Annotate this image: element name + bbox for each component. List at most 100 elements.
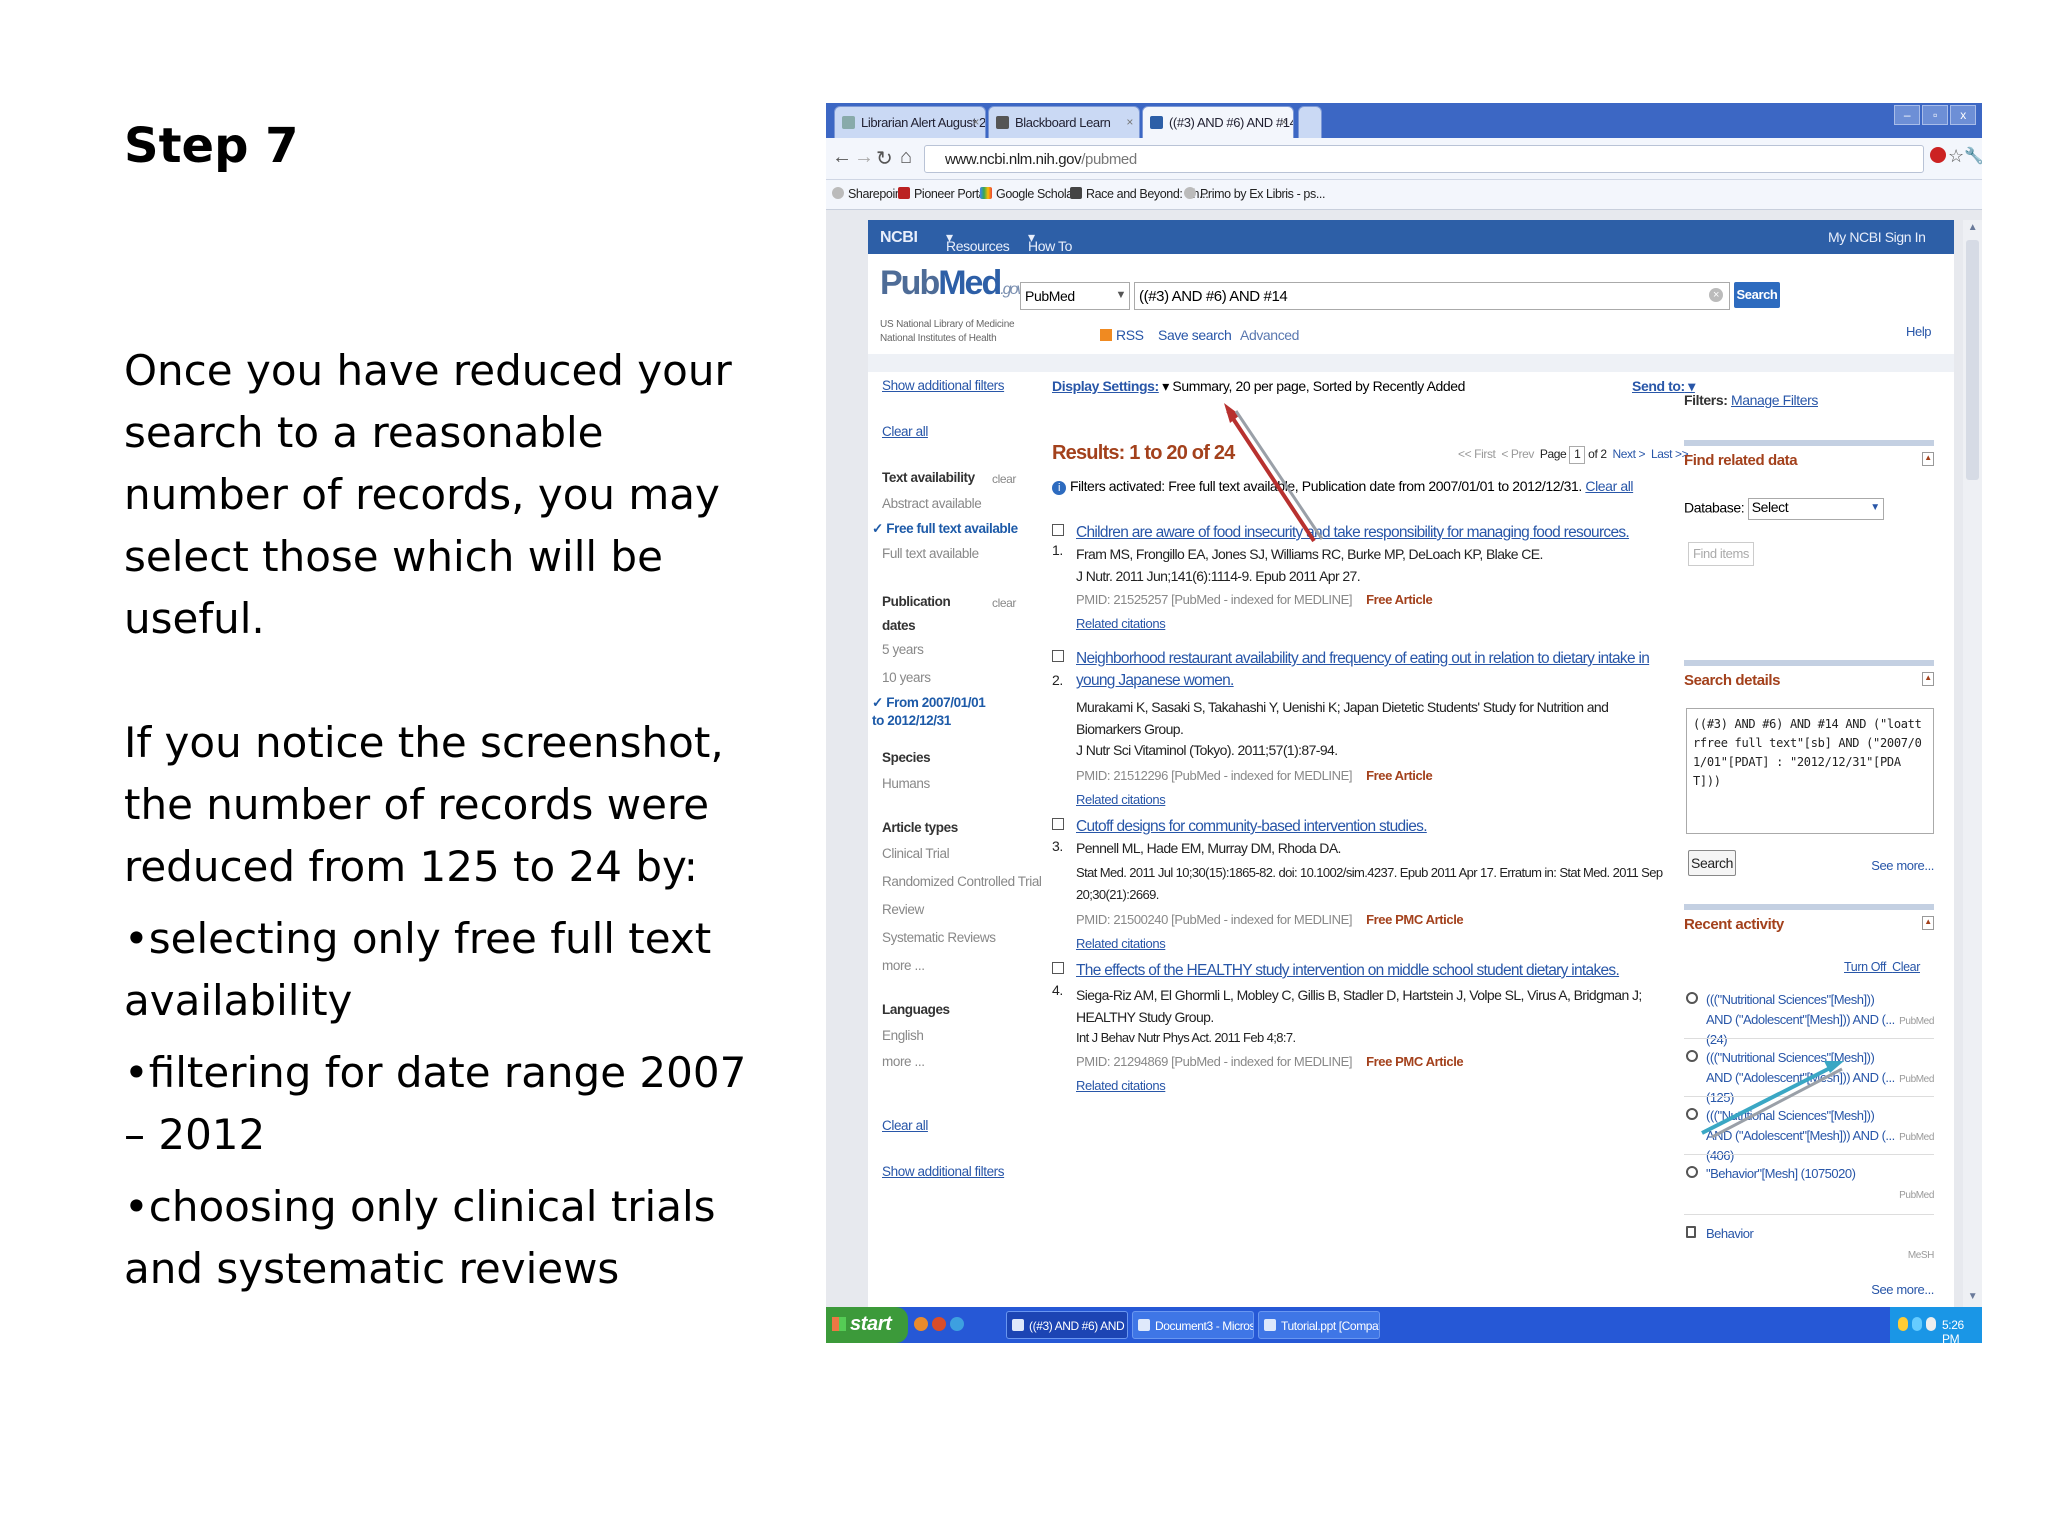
tab-blackboard[interactable]: Blackboard Learn × — [988, 106, 1140, 138]
show-additional-filters-link[interactable]: Show additional filters — [882, 378, 1005, 393]
filter-rct[interactable]: Randomized Controlled Trial — [882, 874, 1042, 889]
pager-prev[interactable]: < Prev — [1501, 447, 1534, 461]
search-input[interactable]: ((#3) AND #6) AND #14 × — [1134, 282, 1730, 310]
tab-librarian-alert[interactable]: Librarian Alert August 2012 × — [834, 106, 986, 138]
quicklaunch-icon[interactable] — [914, 1317, 928, 1331]
taskbar-item-chrome[interactable]: ((#3) AND #6) AND ... — [1006, 1311, 1128, 1339]
bookmark-primo[interactable]: Primo by Ex Libris - ps... — [1184, 187, 1325, 201]
taskbar-item-word[interactable]: Document3 - Microsof... — [1132, 1311, 1254, 1339]
filter-english[interactable]: English — [882, 1028, 924, 1043]
star-icon[interactable]: ☆ — [1948, 146, 1964, 167]
free-pmc-article-link[interactable]: Free PMC Article — [1366, 1054, 1464, 1069]
see-more-link[interactable]: See more... — [1871, 1282, 1934, 1297]
taskbar-item-powerpoint[interactable]: Tutorial.ppt [Compati... — [1258, 1311, 1380, 1339]
related-citations-link[interactable]: Related citations — [1076, 792, 1166, 807]
pager-last[interactable]: Last >> — [1651, 447, 1689, 461]
close-icon[interactable]: × — [1126, 115, 1133, 129]
scroll-up-icon[interactable]: ▲ — [1966, 222, 1979, 236]
search-button[interactable]: Search — [1734, 282, 1780, 308]
result-title-link[interactable]: Neighborhood restaurant availability and… — [1076, 648, 1666, 692]
turn-off-link[interactable]: Turn Off — [1844, 960, 1886, 974]
tray-icon[interactable] — [1912, 1317, 1922, 1331]
recent-item[interactable]: ((("Nutritional Sciences"[Mesh])) AND ("… — [1684, 1106, 1934, 1163]
recent-item[interactable]: "Behavior"[Mesh] (1075020) PubMed — [1684, 1164, 1934, 1208]
forward-icon[interactable]: → — [854, 146, 874, 169]
recent-item[interactable]: ((("Nutritional Sciences"[Mesh])) AND ("… — [1684, 1048, 1934, 1105]
volume-icon[interactable] — [1926, 1317, 1936, 1331]
database-select[interactable]: PubMed ▼ — [1020, 282, 1130, 310]
window-close-icon[interactable]: x — [1950, 105, 1976, 125]
filter-abstract[interactable]: Abstract available — [882, 496, 982, 511]
result-title-link[interactable]: Cutoff designs for community-based inter… — [1076, 816, 1666, 838]
filter-clear-pub[interactable]: clear — [992, 596, 1016, 610]
tray-icon[interactable] — [1898, 1317, 1908, 1331]
recent-item[interactable]: ((("Nutritional Sciences"[Mesh])) AND ("… — [1684, 990, 1934, 1047]
search-details-textarea[interactable]: ((#3) AND #6) AND #14 AND ("loattrfree f… — [1686, 708, 1934, 834]
result-checkbox[interactable] — [1052, 962, 1064, 974]
filter-clinical-trial[interactable]: Clinical Trial — [882, 846, 950, 861]
clear-icon[interactable]: × — [1709, 288, 1723, 302]
result-title-link[interactable]: Children are aware of food insecurity an… — [1076, 522, 1666, 544]
pubmed-logo[interactable]: PubMed.gov — [880, 264, 1024, 303]
howto-menu[interactable]: How To ▾ — [1028, 229, 1072, 254]
clear-link[interactable]: Clear — [1892, 960, 1920, 974]
filter-clear-text[interactable]: clear — [992, 472, 1016, 486]
filter-humans[interactable]: Humans — [882, 776, 930, 791]
rss-link[interactable]: RSS — [1100, 327, 1144, 343]
collapse-icon[interactable]: ▲ — [1922, 916, 1934, 930]
wrench-icon[interactable]: 🔧 — [1964, 146, 1982, 166]
related-citations-link[interactable]: Related citations — [1076, 616, 1166, 631]
clear-all-link[interactable]: Clear all — [1585, 478, 1633, 494]
filter-date-range[interactable]: ✓ From 2007/01/01 to 2012/12/31 — [872, 694, 992, 730]
find-items-button[interactable]: Find items — [1688, 542, 1754, 566]
display-settings[interactable]: Display Settings: ▾ Summary, 20 per page… — [1052, 378, 1465, 395]
bookmark-google-scholar[interactable]: Google Scholar — [980, 187, 1077, 201]
filter-5-years[interactable]: 5 years — [882, 642, 924, 657]
close-icon[interactable]: × — [972, 115, 979, 129]
result-title-link[interactable]: The effects of the HEALTHY study interve… — [1076, 960, 1666, 982]
quicklaunch-icon[interactable] — [932, 1317, 946, 1331]
free-article-link[interactable]: Free Article — [1366, 768, 1433, 783]
restore-icon[interactable]: ▫ — [1922, 105, 1948, 125]
stop-extension-icon[interactable] — [1930, 147, 1946, 163]
recent-item[interactable]: Behavior MeSH — [1684, 1224, 1934, 1268]
result-checkbox[interactable] — [1052, 818, 1064, 830]
free-article-link[interactable]: Free Article — [1366, 592, 1433, 607]
start-button[interactable]: start — [826, 1307, 908, 1343]
resources-menu[interactable]: Resources ▾ — [946, 229, 1010, 254]
search-details-button[interactable]: Search — [1688, 850, 1736, 876]
pager-next[interactable]: Next > — [1612, 447, 1645, 461]
close-icon[interactable]: × — [1280, 115, 1287, 129]
filter-review[interactable]: Review — [882, 902, 924, 917]
clear-all-filters-link[interactable]: Clear all — [882, 424, 928, 439]
page-number-input[interactable]: 1 — [1569, 446, 1586, 464]
see-more-link[interactable]: See more... — [1871, 858, 1934, 873]
collapse-icon[interactable]: ▲ — [1922, 672, 1934, 686]
tab-pubmed[interactable]: ((#3) AND #6) AND #14 - Pu × — [1142, 106, 1294, 138]
filter-lang-more[interactable]: more ... — [882, 1054, 925, 1069]
filter-free-full-text[interactable]: ✓ Free full text available — [872, 520, 1018, 538]
result-checkbox[interactable] — [1052, 524, 1064, 536]
related-citations-link[interactable]: Related citations — [1076, 936, 1166, 951]
bookmark-sharepoint[interactable]: Sharepoint — [832, 187, 905, 201]
home-icon[interactable]: ⌂ — [900, 146, 912, 169]
account-links[interactable]: My NCBI Sign In — [1828, 229, 1926, 245]
ncbi-logo[interactable]: NCBI — [880, 229, 918, 247]
save-search-link[interactable]: Save search — [1158, 327, 1232, 343]
vertical-scrollbar[interactable]: ▲ ▼ — [1963, 220, 1982, 1307]
manage-filters-link[interactable]: Manage Filters — [1731, 392, 1818, 408]
bookmark-pioneer[interactable]: Pioneer Portal — [898, 187, 988, 201]
pager-first[interactable]: << First — [1458, 447, 1496, 461]
collapse-icon[interactable]: ▲ — [1922, 452, 1934, 466]
related-citations-link[interactable]: Related citations — [1076, 1078, 1166, 1093]
scroll-thumb[interactable] — [1966, 240, 1979, 480]
address-bar[interactable]: www.ncbi.nlm.nih.gov/pubmed — [924, 145, 1924, 173]
minimize-icon[interactable]: – — [1894, 105, 1920, 125]
clear-all-filters-link-bottom[interactable]: Clear all — [882, 1118, 928, 1133]
filter-10-years[interactable]: 10 years — [882, 670, 931, 685]
related-database-select[interactable]: Select ▼ — [1747, 498, 1884, 520]
filter-systematic-reviews[interactable]: Systematic Reviews — [882, 930, 996, 945]
result-checkbox[interactable] — [1052, 650, 1064, 662]
free-pmc-article-link[interactable]: Free PMC Article — [1366, 912, 1464, 927]
show-additional-filters-link-bottom[interactable]: Show additional filters — [882, 1164, 1005, 1179]
